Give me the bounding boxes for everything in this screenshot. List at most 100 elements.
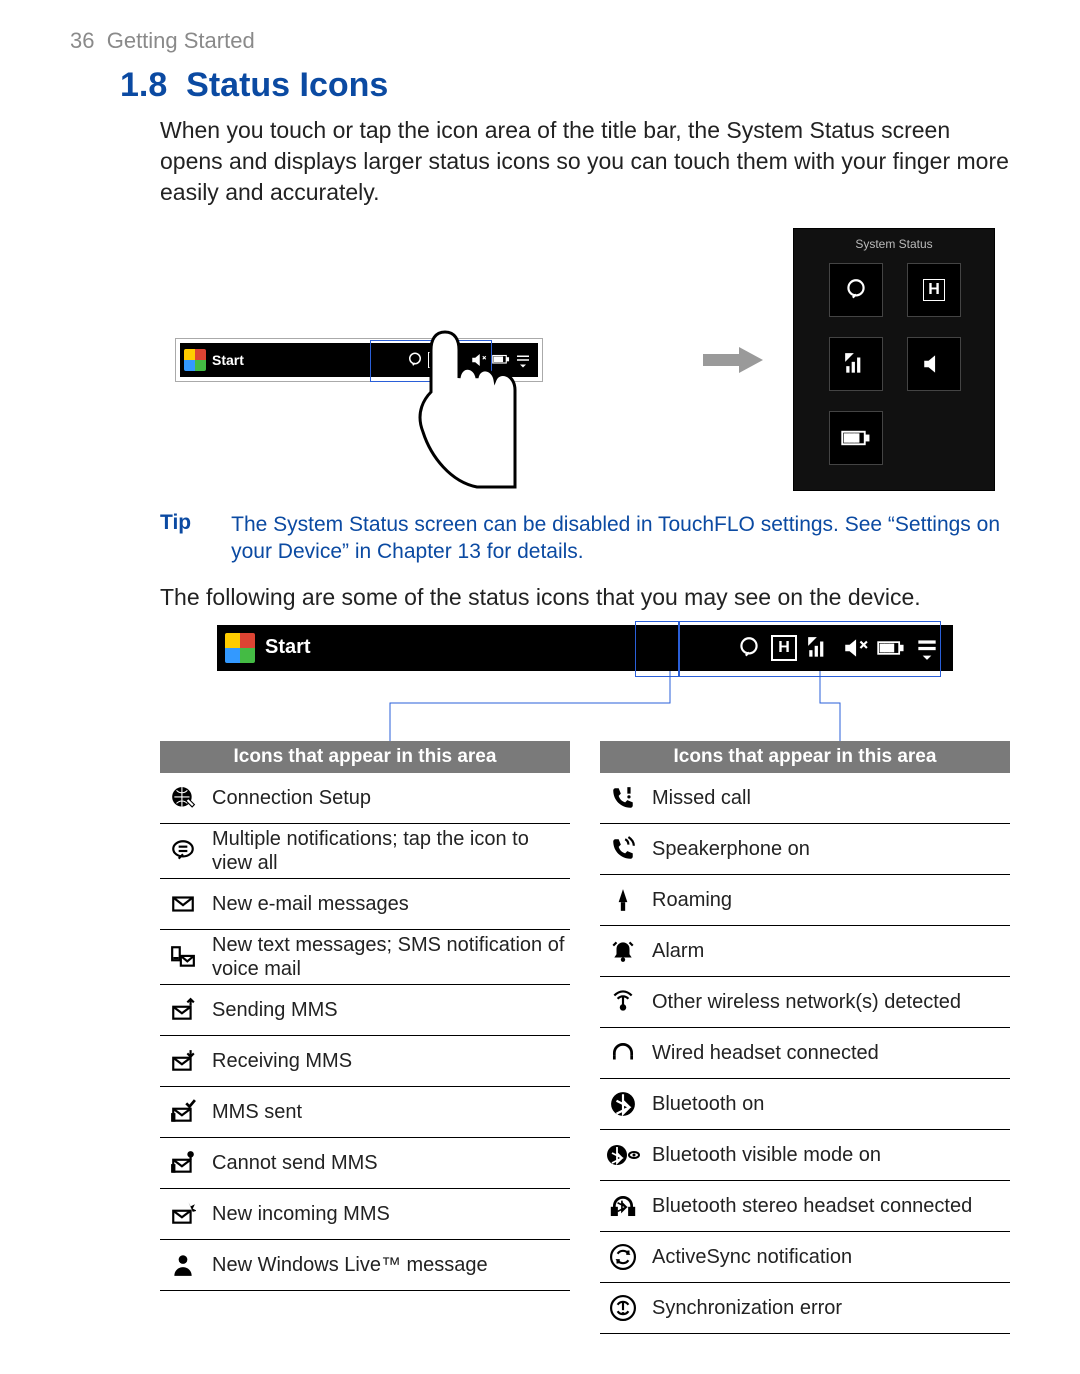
start-label: Start [265, 636, 311, 659]
row-label: Receiving MMS [212, 1049, 566, 1073]
table-row: Other wireless network(s) detected [600, 977, 1010, 1028]
following-paragraph: The following are some of the status ico… [160, 584, 1010, 611]
sync-error-icon [604, 1295, 642, 1321]
panel-signal-icon [829, 337, 883, 391]
panel-h-icon: H [907, 263, 961, 317]
row-label: New e-mail messages [212, 892, 566, 916]
table-row: Receiving MMS [160, 1036, 570, 1087]
h-icon: H [771, 635, 797, 661]
row-label: Cannot send MMS [212, 1151, 566, 1175]
system-status-panel: System Status H [793, 228, 995, 491]
activesync-icon [604, 1244, 642, 1270]
hand-icon [405, 322, 525, 492]
table-row: New e-mail messages [160, 879, 570, 930]
icon-tables: Icons that appear in this area Connectio… [160, 741, 1010, 1334]
row-label: Bluetooth stereo headset connected [652, 1194, 1006, 1218]
titlebar-large-wrap: Start H [160, 625, 1010, 671]
table-row: Wired headset connected [600, 1028, 1010, 1079]
panel-notify-icon [829, 263, 883, 317]
mms-fail-icon [164, 1150, 202, 1176]
row-label: ActiveSync notification [652, 1245, 1006, 1269]
row-label: Sending MMS [212, 998, 566, 1022]
bubble-icon [164, 838, 202, 864]
figure-row: Start H [160, 228, 1010, 491]
panel-battery-icon [829, 411, 883, 465]
phone-envelope-icon [164, 944, 202, 970]
table-row: Cannot send MMS [160, 1138, 570, 1189]
table-row: Missed call [600, 773, 1010, 824]
row-label: Bluetooth visible mode on [652, 1143, 1006, 1167]
table-row: Bluetooth stereo headset connected [600, 1181, 1010, 1232]
windows-flag-icon [184, 349, 206, 371]
row-label: Alarm [652, 939, 1006, 963]
table-row: New text messages; SMS notification of v… [160, 930, 570, 985]
right-rows: Missed call Speakerphone on Roaming Alarm Ot… [600, 773, 1010, 1334]
connector-lines [160, 671, 1030, 741]
right-header: Icons that appear in this area [600, 741, 1010, 773]
table-row: New Windows Live™ message [160, 1240, 570, 1291]
table-row: Synchronization error [600, 1283, 1010, 1334]
row-label: Roaming [652, 888, 1006, 912]
battery-icon [877, 634, 905, 662]
table-row: Speakerphone on [600, 824, 1010, 875]
globe-wrench-icon [164, 785, 202, 811]
section-title: Status Icons [186, 66, 388, 104]
highlight-box-left [635, 621, 679, 677]
left-rows: Connection Setup Multiple notifications; … [160, 773, 570, 1291]
row-label: Synchronization error [652, 1296, 1006, 1320]
row-label: Missed call [652, 786, 1006, 810]
row-label: Speakerphone on [652, 837, 1006, 861]
speakerphone-icon [604, 836, 642, 862]
section-number: 1.8 [120, 66, 167, 104]
table-row: Roaming [600, 875, 1010, 926]
mms-up-icon [164, 997, 202, 1023]
row-label: New Windows Live™ message [212, 1253, 566, 1277]
row-label: MMS sent [212, 1100, 566, 1124]
mms-check-icon [164, 1099, 202, 1125]
titlebar-figure: Start H [175, 338, 543, 382]
table-row: MMS sent [160, 1087, 570, 1138]
envelope-icon [164, 891, 202, 917]
arrow-icon [703, 347, 763, 373]
row-label: Other wireless network(s) detected [652, 990, 1006, 1014]
table-row: Connection Setup [160, 773, 570, 824]
titlebar-large: Start H [217, 625, 953, 671]
chapter-name: Getting Started [107, 28, 255, 53]
mms-down-icon [164, 1048, 202, 1074]
table-row: New incoming MMS [160, 1189, 570, 1240]
table-row: Bluetooth visible mode on [600, 1130, 1010, 1181]
panel-grid: H [829, 263, 959, 465]
table-row: Bluetooth on [600, 1079, 1010, 1130]
table-row: Multiple notifications; tap the icon to … [160, 824, 570, 879]
row-label: New text messages; SMS notification of v… [212, 933, 566, 981]
left-header: Icons that appear in this area [160, 741, 570, 773]
row-label: New incoming MMS [212, 1202, 566, 1226]
alarm-icon [604, 938, 642, 964]
row-label: Multiple notifications; tap the icon to … [212, 827, 566, 875]
tip-row: Tip The System Status screen can be disa… [160, 511, 1010, 566]
notify-icon [735, 634, 763, 662]
person-icon [164, 1252, 202, 1278]
table-row: ActiveSync notification [600, 1232, 1010, 1283]
page-number: 36 [70, 28, 94, 53]
row-label: Wired headset connected [652, 1041, 1006, 1065]
roaming-icon [604, 887, 642, 913]
panel-volume-icon [907, 337, 961, 391]
row-label: Bluetooth on [652, 1092, 1006, 1116]
panel-title: System Status [855, 237, 932, 251]
running-head: 36 Getting Started [70, 28, 1010, 54]
missed-call-icon [604, 785, 642, 811]
bluetooth-icon [604, 1091, 642, 1117]
bt-headset-icon [604, 1193, 642, 1219]
mms-new-icon [164, 1201, 202, 1227]
menu-icon [913, 634, 941, 662]
start-label: Start [212, 352, 244, 368]
windows-flag-icon [225, 633, 255, 663]
tip-label: Tip [160, 511, 191, 566]
bluetooth-visible-icon [604, 1142, 642, 1168]
tip-text: The System Status screen can be disabled… [231, 511, 1010, 566]
table-row: Sending MMS [160, 985, 570, 1036]
right-column: Icons that appear in this area Missed ca… [600, 741, 1010, 1334]
row-label: Connection Setup [212, 786, 566, 810]
signal-icon [805, 634, 833, 662]
